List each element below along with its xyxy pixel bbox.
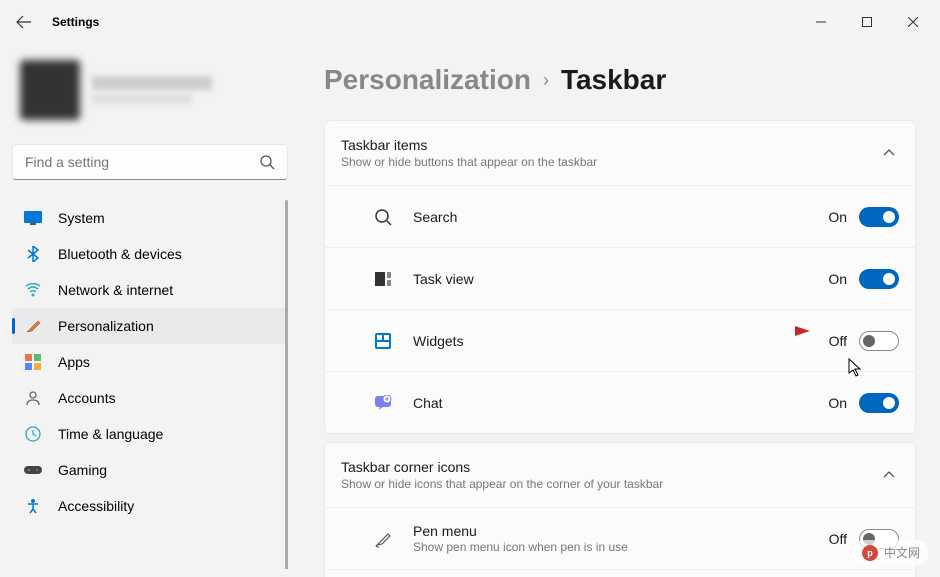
content-area: Personalization › Taskbar Taskbar items … xyxy=(300,44,940,577)
sidebar-item-gaming[interactable]: Gaming xyxy=(12,452,288,488)
sidebar-item-personalization[interactable]: Personalization xyxy=(12,308,288,344)
nav-label: Accounts xyxy=(58,390,116,406)
section-subtitle: Show or hide icons that appear on the co… xyxy=(341,477,863,491)
watermark: p 中文网 xyxy=(854,540,928,565)
profile-name xyxy=(92,76,212,90)
search-box[interactable] xyxy=(12,144,288,180)
nav-label: Apps xyxy=(58,354,90,370)
widgets-icon xyxy=(373,331,393,351)
network-icon xyxy=(24,281,42,299)
toggle-search[interactable] xyxy=(859,207,899,227)
chevron-up-icon xyxy=(883,144,895,162)
sidebar-item-system[interactable]: System xyxy=(12,200,288,236)
maximize-icon xyxy=(862,17,872,27)
arrow-left-icon xyxy=(16,14,32,30)
sidebar-item-bluetooth[interactable]: Bluetooth & devices xyxy=(12,236,288,272)
item-row-chat: Chat On xyxy=(325,371,915,433)
search-icon xyxy=(259,154,275,170)
nav-label: Gaming xyxy=(58,462,107,478)
sidebar-item-time[interactable]: Time & language xyxy=(12,416,288,452)
close-icon xyxy=(908,17,918,27)
maximize-button[interactable] xyxy=(844,6,890,38)
section-title: Taskbar items xyxy=(341,137,863,153)
search-icon xyxy=(373,207,393,227)
item-label: Pen menu xyxy=(413,523,829,539)
bluetooth-icon xyxy=(24,245,42,263)
section-title: Taskbar corner icons xyxy=(341,459,863,475)
item-label: Task view xyxy=(413,271,828,287)
close-button[interactable] xyxy=(890,6,936,38)
section-taskbar-corner-icons: Taskbar corner icons Show or hide icons … xyxy=(324,442,916,577)
toggle-widgets[interactable] xyxy=(859,331,899,351)
toggle-state: On xyxy=(828,209,847,225)
toggle-taskview[interactable] xyxy=(859,269,899,289)
avatar xyxy=(20,60,80,120)
sidebar-item-network[interactable]: Network & internet xyxy=(12,272,288,308)
section-header-taskbar-items[interactable]: Taskbar items Show or hide buttons that … xyxy=(325,121,915,185)
nav-list: System Bluetooth & devices Network & int… xyxy=(12,200,288,569)
nav-label: Bluetooth & devices xyxy=(58,246,182,262)
item-row-widgets: Widgets Off xyxy=(325,309,915,371)
item-row-taskview: Task view On xyxy=(325,247,915,309)
personalization-icon xyxy=(24,317,42,335)
nav-label: Time & language xyxy=(58,426,163,442)
breadcrumb-parent[interactable]: Personalization xyxy=(324,64,531,96)
nav-label: System xyxy=(58,210,105,226)
watermark-logo: p xyxy=(862,545,878,561)
sidebar-item-accessibility[interactable]: Accessibility xyxy=(12,488,288,524)
accessibility-icon xyxy=(24,497,42,515)
sidebar: System Bluetooth & devices Network & int… xyxy=(0,44,300,577)
toggle-state: On xyxy=(828,395,847,411)
item-label: Widgets xyxy=(413,333,829,349)
section-subtitle: Show or hide buttons that appear on the … xyxy=(341,155,863,169)
breadcrumb: Personalization › Taskbar xyxy=(324,64,916,96)
nav-label: Accessibility xyxy=(58,498,134,514)
sidebar-scrollbar[interactable] xyxy=(285,200,288,569)
accounts-icon xyxy=(24,389,42,407)
sidebar-item-apps[interactable]: Apps xyxy=(12,344,288,380)
toggle-chat[interactable] xyxy=(859,393,899,413)
item-row-touch-keyboard: Touch keyboard Off xyxy=(325,569,915,577)
section-taskbar-items: Taskbar items Show or hide buttons that … xyxy=(324,120,916,434)
item-sublabel: Show pen menu icon when pen is in use xyxy=(413,540,829,554)
minimize-button[interactable] xyxy=(798,6,844,38)
toggle-state: Off xyxy=(829,333,847,349)
time-icon xyxy=(24,425,42,443)
pen-icon xyxy=(373,529,393,549)
chevron-right-icon: › xyxy=(543,70,549,91)
chat-icon xyxy=(373,393,393,413)
apps-icon xyxy=(24,353,42,371)
search-input[interactable] xyxy=(25,154,259,170)
minimize-icon xyxy=(816,17,826,27)
system-icon xyxy=(24,209,42,227)
gaming-icon xyxy=(24,461,42,479)
toggle-state: Off xyxy=(829,531,847,547)
chevron-up-icon xyxy=(883,466,895,484)
item-row-search: Search On xyxy=(325,185,915,247)
item-label: Search xyxy=(413,209,828,225)
nav-label: Network & internet xyxy=(58,282,173,298)
watermark-text: 中文网 xyxy=(884,544,920,561)
item-row-pen: Pen menu Show pen menu icon when pen is … xyxy=(325,507,915,569)
toggle-state: On xyxy=(828,271,847,287)
item-label: Chat xyxy=(413,395,828,411)
back-button[interactable] xyxy=(4,2,44,42)
sidebar-item-accounts[interactable]: Accounts xyxy=(12,380,288,416)
section-header-corner-icons[interactable]: Taskbar corner icons Show or hide icons … xyxy=(325,443,915,507)
taskview-icon xyxy=(373,269,393,289)
nav-label: Personalization xyxy=(58,318,154,334)
window-title: Settings xyxy=(52,15,99,29)
user-profile[interactable] xyxy=(12,52,288,128)
breadcrumb-current: Taskbar xyxy=(561,64,666,96)
profile-email xyxy=(92,94,192,104)
